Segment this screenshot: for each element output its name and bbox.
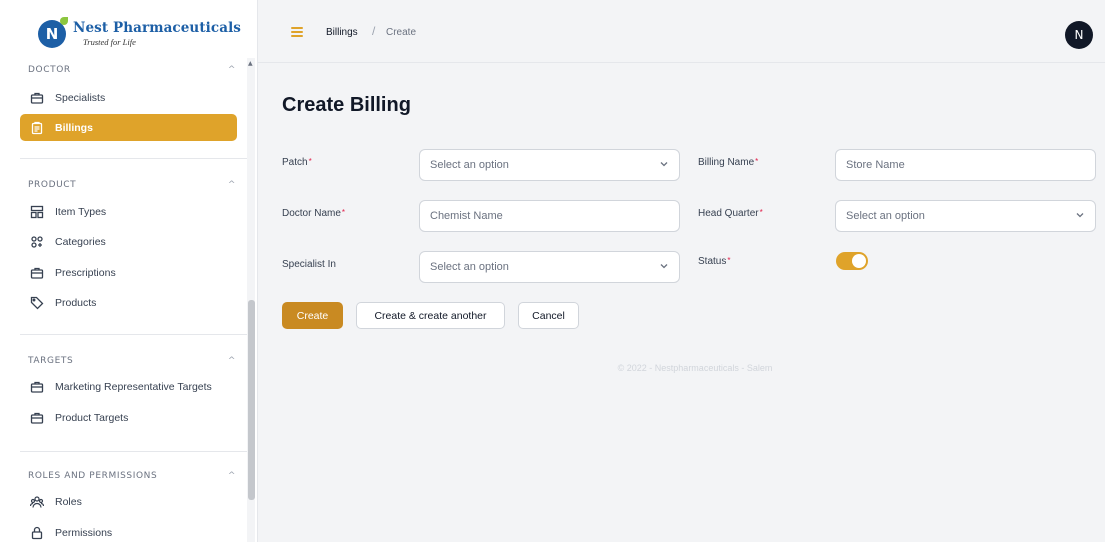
briefcase-icon: [29, 265, 45, 281]
briefcase-icon: [29, 90, 45, 106]
sidebar-item-permissions[interactable]: Permissions: [20, 519, 237, 542]
chevron-up-icon: ^: [227, 180, 236, 190]
billing-name-label: Billing Name*: [698, 157, 759, 168]
leaf-icon: [60, 17, 68, 25]
chevron-down-icon: [660, 264, 668, 269]
status-label: Status*: [698, 256, 731, 267]
avatar[interactable]: N: [1065, 21, 1093, 49]
breadcrumb-separator: /: [372, 24, 376, 38]
group-header-doctor[interactable]: DOCTOR ^: [28, 65, 236, 75]
lock-icon: [29, 525, 45, 541]
create-button[interactable]: Create: [282, 302, 343, 329]
brand-tagline: Trusted for Life: [83, 36, 136, 47]
breadcrumb-current: Create: [386, 27, 417, 38]
sidebar-item-specialists[interactable]: Specialists: [20, 84, 237, 111]
group-header-roles-and-permissions[interactable]: ROLES AND PERMISSIONS ^: [28, 471, 236, 481]
sidebar-scrollbar-thumb[interactable]: [248, 300, 255, 500]
brand-logo: N: [38, 17, 68, 48]
specialist-in-select[interactable]: Select an option: [419, 251, 680, 283]
doctor-name-label: Doctor Name*: [282, 208, 346, 219]
specialist-in-label: Specialist In: [282, 259, 336, 270]
divider: [20, 451, 248, 452]
group-header-product[interactable]: PRODUCT ^: [28, 180, 236, 190]
chevron-up-icon: ^: [227, 356, 236, 366]
sidebar: N Nest Pharmaceuticals Trusted for Life …: [0, 0, 258, 542]
scroll-up-arrow-icon[interactable]: ▲: [248, 60, 253, 67]
chevron-up-icon: ^: [227, 65, 236, 75]
required-mark: *: [308, 157, 312, 166]
topbar: Billings / Create N: [258, 0, 1105, 63]
users-icon: [29, 494, 45, 510]
chevron-down-icon: [1076, 213, 1084, 218]
grid-icon: [29, 204, 45, 220]
sidebar-item-prescriptions[interactable]: Prescriptions: [20, 259, 237, 286]
doctor-name-input[interactable]: Chemist Name: [419, 200, 680, 232]
sidebar-item-roles[interactable]: Roles: [20, 488, 237, 515]
briefcase-icon: [29, 410, 45, 426]
required-mark: *: [755, 157, 759, 166]
patch-select[interactable]: Select an option: [419, 149, 680, 181]
group-header-targets[interactable]: TARGETS ^: [28, 356, 236, 366]
hamburger-menu-icon[interactable]: [291, 27, 303, 37]
required-mark: *: [727, 256, 731, 265]
briefcase-icon: [29, 379, 45, 395]
divider: [20, 158, 248, 159]
sidebar-item-categories[interactable]: Categories: [20, 228, 237, 255]
patch-label: Patch*: [282, 157, 312, 168]
required-mark: *: [759, 208, 763, 217]
head-quarter-label: Head Quarter*: [698, 208, 763, 219]
required-mark: *: [341, 208, 346, 217]
status-toggle[interactable]: [836, 252, 868, 270]
sidebar-item-products[interactable]: Products: [20, 289, 237, 316]
divider: [20, 334, 248, 335]
head-quarter-select[interactable]: Select an option: [835, 200, 1096, 232]
brand[interactable]: N Nest Pharmaceuticals Trusted for Life: [38, 16, 248, 52]
footer-copyright: © 2022 - Nestpharmaceuticals - Salem: [617, 363, 773, 373]
sidebar-item-product-targets[interactable]: Product Targets: [20, 404, 237, 431]
brand-name: Nest Pharmaceuticals: [73, 20, 242, 36]
cancel-button[interactable]: Cancel: [518, 302, 579, 329]
create-and-create-another-button[interactable]: Create & create another: [356, 302, 505, 329]
toggle-knob: [852, 254, 866, 268]
clipboard-icon: [29, 120, 45, 136]
breadcrumb-billings[interactable]: Billings: [326, 27, 358, 38]
tag-icon: [29, 295, 45, 311]
categories-icon: [29, 234, 45, 250]
billing-name-input[interactable]: Store Name: [835, 149, 1096, 181]
sidebar-item-marketing-representative-targets[interactable]: Marketing Representative Targets: [20, 373, 237, 400]
sidebar-item-billings[interactable]: Billings: [20, 114, 237, 141]
page-title: Create Billing: [282, 94, 411, 116]
chevron-down-icon: [660, 162, 668, 167]
chevron-up-icon: ^: [227, 471, 236, 481]
sidebar-item-item-types[interactable]: Item Types: [20, 198, 237, 225]
